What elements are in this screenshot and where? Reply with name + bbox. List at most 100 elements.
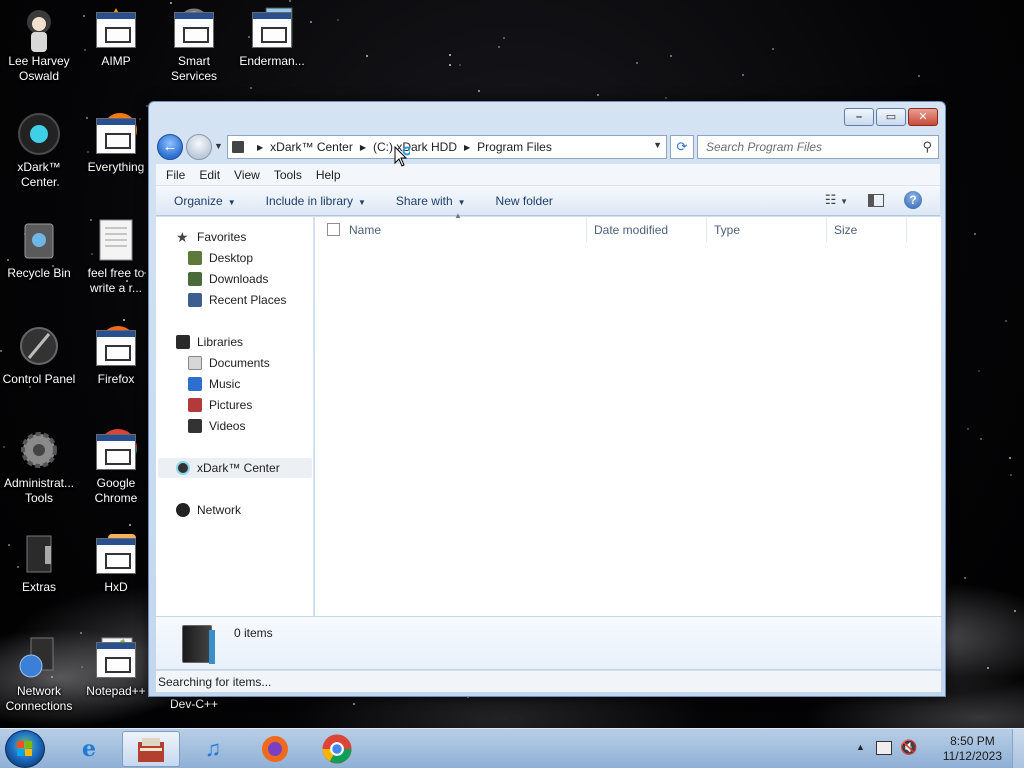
desktop-icon-network-connections[interactable]: Network Connections [0,636,78,714]
column-header-size[interactable]: Size [827,217,907,242]
menu-help[interactable]: Help [316,168,341,182]
nav-videos-label: Videos [209,419,246,433]
desktop-icon-firefox[interactable]: Firefox [77,324,155,387]
preview-pane-button[interactable] [868,193,884,207]
star [449,54,451,56]
show-desktop-button[interactable] [1012,729,1024,768]
address-dropdown-icon[interactable]: ▼ [653,140,662,150]
maximize-icon: ▭ [885,111,897,123]
recent-pages-dropdown[interactable]: ▼ [214,141,223,151]
maximize-button[interactable]: ▭ [876,108,906,126]
include-in-library-button[interactable]: Include in library ▼ [266,194,366,208]
hxd-icon [94,532,138,576]
search-input[interactable]: Search Program Files ⚲ [697,135,939,159]
select-all-checkbox[interactable] [327,223,340,236]
star [636,62,638,64]
organize-button[interactable]: Organize ▼ [174,194,236,208]
desktop-icon-enderman[interactable]: Enderman... [233,6,311,69]
avatar-icon [17,6,61,52]
nav-documents-label: Documents [209,356,270,370]
column-header-name[interactable]: Name ▲ [327,211,587,242]
address-bar[interactable]: ▶ xDark™ Center ▶ (C:) xDark HDD ▶ Progr… [227,135,667,159]
menu-bar: File Edit View Tools Help [156,164,940,186]
nav-desktop[interactable]: Desktop [188,248,253,268]
desktop-icon-administrative-tools[interactable]: Administrat... Tools [0,428,78,506]
explorer-window[interactable]: – ▭ ✕ ← ▼ ▶ xDark™ Center ▶ (C:) xDark H… [148,101,946,697]
breadcrumb-item[interactable]: Program Files [477,140,552,154]
share-with-button[interactable]: Share with ▼ [396,194,466,208]
desktop-icon-everything[interactable]: Everything [77,112,155,175]
column-type-label: Type [714,222,741,237]
nav-videos[interactable]: Videos [188,416,245,436]
desktop-icon-label: Dev-C++ [169,697,219,711]
clock[interactable]: 8:50 PM 11/12/2023 [943,734,1002,764]
windows-logo-icon [17,741,32,756]
back-button[interactable]: ← [157,134,183,160]
minimize-button[interactable]: – [844,108,874,126]
chevron-right-icon[interactable]: ▶ [257,143,263,152]
nav-favorites[interactable]: ★ Favorites [176,227,246,247]
desktop-icon-hxd[interactable]: HxD [77,532,155,595]
volume-muted-icon[interactable]: 🔇 [900,739,917,756]
nav-desktop-label: Desktop [209,251,254,265]
nav-music[interactable]: Music [188,374,240,394]
search-icon[interactable]: ⚲ [922,136,932,158]
menu-file[interactable]: File [166,168,185,182]
column-header-date-modified[interactable]: Date modified [587,217,707,242]
nav-xdark-center[interactable]: xDark™ Center [176,458,280,478]
menu-view[interactable]: View [234,168,260,182]
breadcrumb-item[interactable]: xDark™ Center [270,140,353,154]
desktop-icon-recycle-bin[interactable]: Recycle Bin [0,218,78,281]
pictures-icon [188,398,202,412]
desktop-icon-text-document[interactable]: feel free to write a r... [77,218,155,296]
music-note-icon: ♫ [204,736,222,761]
column-header-type[interactable]: Type [707,217,827,242]
nav-network[interactable]: Network [176,500,241,520]
desktop-icon-control-panel[interactable]: Control Panel [0,324,78,387]
taskbar-explorer-window[interactable] [122,731,180,767]
desktop-icon-dev-cpp[interactable]: Dev-C++ [155,697,233,712]
network-tray-icon[interactable] [876,741,892,755]
nav-libraries[interactable]: Libraries [176,332,243,352]
admin-tools-icon [17,428,61,472]
menu-tools[interactable]: Tools [274,168,302,182]
desktop-icon-extras[interactable]: Extras [0,532,78,595]
nav-pictures[interactable]: Pictures [188,395,252,415]
nav-recent-places[interactable]: Recent Places [188,290,286,310]
file-list[interactable]: Name ▲ Date modified Type Size [315,211,941,616]
desktop-icon-aimp[interactable]: AIMP [77,6,155,69]
chevron-right-icon[interactable]: ▶ [360,143,366,152]
star [772,48,774,50]
nav-downloads-label: Downloads [209,272,269,286]
chevron-right-icon[interactable]: ▶ [464,143,470,152]
taskbar-music-player[interactable]: ♫ [184,731,242,767]
desktop-icon-notepad-plus-plus[interactable]: Notepad++ [77,636,155,699]
taskbar-firefox[interactable] [246,731,304,767]
star [967,428,969,430]
desktop-icon-xdark-center[interactable]: xDark™ Center [0,112,78,190]
show-hidden-icons-button[interactable]: ▲ [856,742,865,752]
breadcrumb-item[interactable]: (C:) xDark HDD [373,140,457,154]
refresh-button[interactable]: ⟳ [670,135,694,159]
taskbar-chrome[interactable] [308,731,366,767]
new-folder-button[interactable]: New folder [496,194,553,208]
help-icon[interactable]: ? [904,191,922,209]
taskbar-internet-explorer[interactable]: e [60,731,118,767]
desktop-icon-lee-harvey-oswald[interactable]: Lee Harvey Oswald [0,6,78,84]
forward-button[interactable] [186,134,212,160]
menu-edit[interactable]: Edit [199,168,220,182]
change-view-button[interactable]: ☷ ▼ [825,192,848,208]
nav-documents[interactable]: Documents [188,353,270,373]
everything-icon [94,112,138,156]
nav-downloads[interactable]: Downloads [188,269,268,289]
desktop-icon-label: xDark™ Center [17,160,61,189]
column-size-label: Size [834,222,858,237]
desktop-icon-google-chrome[interactable]: Google Chrome [77,428,155,506]
music-icon [188,377,202,391]
navigation-row: ← ▼ ▶ xDark™ Center ▶ (C:) xDark HDD ▶ P… [157,133,939,161]
star [478,90,480,92]
close-button[interactable]: ✕ [908,108,938,126]
desktop-icon-label: Enderman... [239,54,305,68]
desktop-icon-smart-services[interactable]: Smart Services [155,6,233,84]
start-button[interactable] [5,730,45,768]
